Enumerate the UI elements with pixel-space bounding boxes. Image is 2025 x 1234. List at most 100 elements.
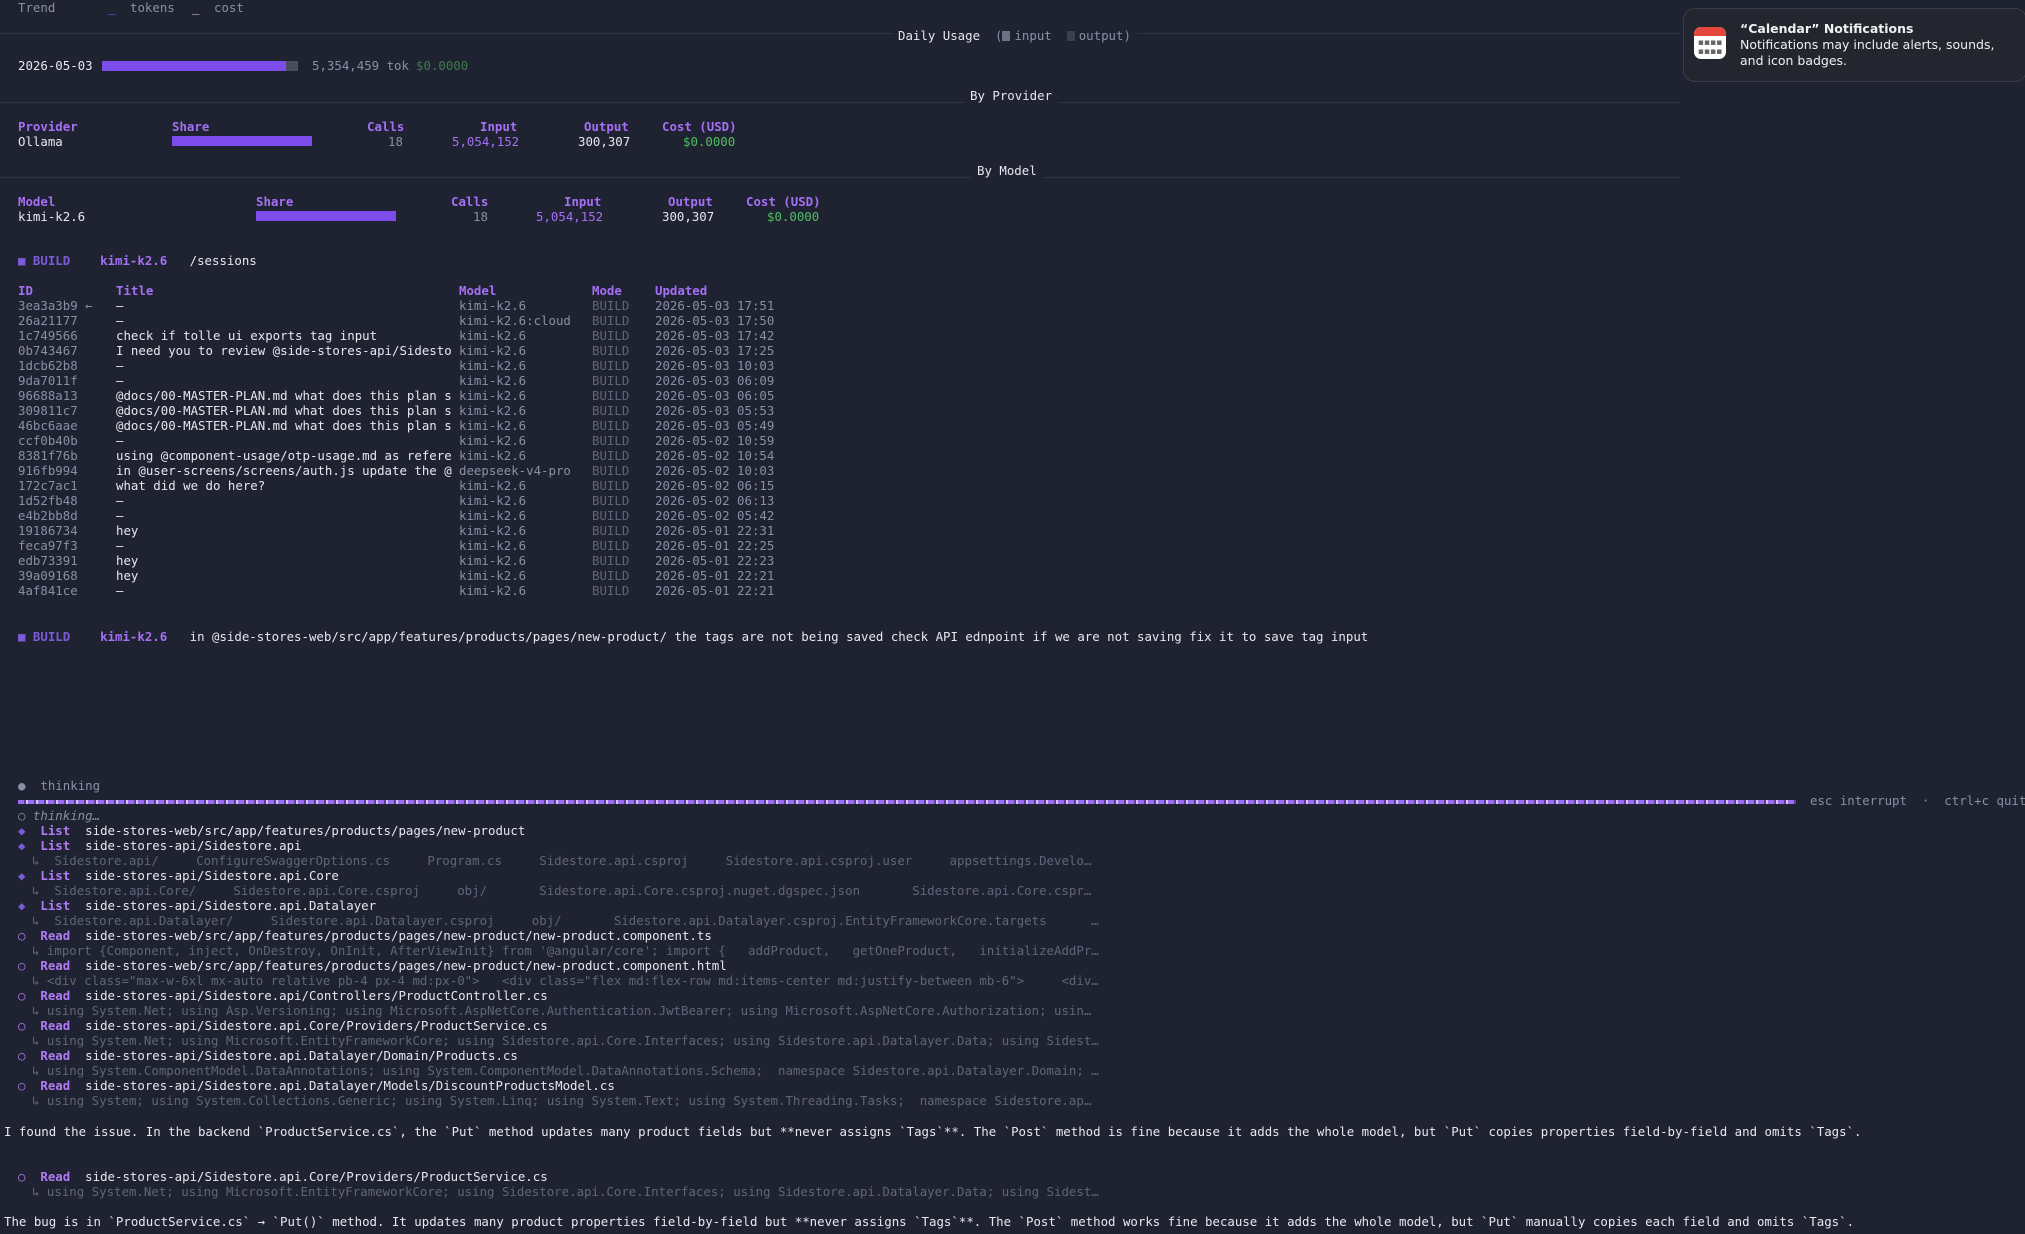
session-mode: BUILD — [592, 328, 630, 343]
notification-message: Notifications may include alerts, sounds… — [1740, 37, 1995, 68]
calendar-notification[interactable]: ▪▪▪▪ ▪▪▪▪ “Calendar” Notifications Notifi… — [1683, 8, 2025, 82]
session-id: e4b2bb8d — [18, 508, 78, 523]
session-id: 19186734 — [18, 523, 78, 538]
ring-icon: ○ — [18, 1048, 26, 1063]
session-id: 4af841ce — [18, 583, 78, 598]
daily-usage-title: Daily Usage (input output) — [892, 28, 1137, 43]
input-col-header: Input — [480, 119, 518, 134]
session-title: @docs/00-MASTER-PLAN.md what does this p… — [116, 403, 452, 418]
session-model: kimi-k2.6 — [459, 448, 527, 463]
sessions-id-header: ID — [18, 283, 33, 298]
session-title: — — [116, 583, 124, 598]
assistant-message-1: I found the issue. In the backend `Produ… — [4, 1124, 1862, 1139]
session-title: hey — [116, 523, 139, 538]
session-model: kimi-k2.6 — [459, 328, 527, 343]
session-id: 1dcb62b8 — [18, 358, 78, 373]
cost-col-header: Cost (USD) — [662, 119, 737, 134]
sessions-title-header: Title — [116, 283, 154, 298]
provider-share-bar — [172, 136, 312, 146]
session-title: I need you to review @side-stores-api/Si… — [116, 343, 452, 358]
log-entry-detail: ↳ using System; using System.Collections… — [32, 1093, 1092, 1108]
ring-icon: ○ — [18, 1078, 26, 1093]
log-entry-read-productservice: ○ Read side-stores-api/Sidestore.api.Cor… — [18, 1169, 548, 1184]
ring-icon: ○ — [18, 808, 33, 823]
model-cost-col-header: Cost (USD) — [746, 194, 821, 209]
session-title: using @component-usage/otp-usage.md as r… — [116, 448, 452, 463]
session-title: hey — [116, 553, 139, 568]
session-updated: 2026-05-02 10:03 — [655, 463, 775, 478]
session-id: 3ea3a3b9 ← — [18, 298, 93, 313]
session-mode: BUILD — [592, 478, 630, 493]
session-mode: BUILD — [592, 448, 630, 463]
session-model: kimi-k2.6 — [459, 493, 527, 508]
log-entry: ○ Read side-stores-web/src/app/features/… — [18, 958, 727, 973]
session-model: kimi-k2.6 — [459, 568, 527, 583]
log-entry: ◆ List side-stores-api/Sidestore.api.Cor… — [18, 868, 339, 883]
session-mode: BUILD — [592, 523, 630, 538]
calendar-icon: ▪▪▪▪ ▪▪▪▪ — [1694, 27, 1726, 59]
provider-name: Ollama — [18, 134, 63, 149]
thinking-status: ● thinking — [18, 778, 101, 793]
prompt-sessions: ■ BUILD kimi-k2.6 /sessions — [18, 253, 257, 268]
daily-input-bar — [102, 61, 286, 71]
provider-col-header: Provider — [18, 119, 78, 134]
thinking-line: ○ thinking… — [18, 808, 101, 823]
session-id: feca97f3 — [18, 538, 78, 553]
session-id: 0b743467 — [18, 343, 78, 358]
session-title: — — [116, 373, 124, 388]
session-id: 26a21177 — [18, 313, 78, 328]
log-entry: ○ Read side-stores-api/Sidestore.api.Cor… — [18, 1018, 548, 1033]
model-output: 300,307 — [662, 209, 715, 224]
log-entry-detail: ↳ import {Component, inject, OnDestroy, … — [32, 943, 1099, 958]
model-share-col-header: Share — [256, 194, 294, 209]
tokens-legend-label: tokens — [130, 0, 175, 15]
session-mode: BUILD — [592, 463, 630, 478]
session-model: kimi-k2.6 — [459, 553, 527, 568]
session-mode: BUILD — [592, 418, 630, 433]
model-calls-col-header: Calls — [451, 194, 489, 209]
sessions-updated-header: Updated — [655, 283, 708, 298]
log-entry-detail: ↳ using System.Net; using Microsoft.Enti… — [32, 1184, 1099, 1199]
session-model: kimi-k2.6:cloud — [459, 313, 571, 328]
session-model: kimi-k2.6 — [459, 298, 527, 313]
ring-icon: ○ — [18, 1169, 26, 1184]
session-mode: BUILD — [592, 568, 630, 583]
session-id: 1d52fb48 — [18, 493, 78, 508]
session-mode: BUILD — [592, 298, 630, 313]
diamond-icon: ◆ — [18, 868, 26, 883]
session-updated: 2026-05-03 06:09 — [655, 373, 775, 388]
trend-label: Trend — [18, 0, 56, 15]
log-entry: ○ Read side-stores-api/Sidestore.api.Dat… — [18, 1078, 615, 1093]
log-entry: ◆ List side-stores-api/Sidestore.api.Dat… — [18, 898, 377, 913]
prompt-task: ■ BUILD kimi-k2.6 in @side-stores-web/sr… — [18, 629, 1369, 644]
session-mode: BUILD — [592, 373, 630, 388]
session-updated: 2026-05-03 10:03 — [655, 358, 775, 373]
session-updated: 2026-05-02 10:54 — [655, 448, 775, 463]
session-title: @docs/00-MASTER-PLAN.md what does this p… — [116, 388, 452, 403]
session-title: — — [116, 508, 124, 523]
session-model: kimi-k2.6 — [459, 523, 527, 538]
log-entry-detail: ↳ Sidestore.api.Datalayer/ Sidestore.api… — [32, 913, 1099, 928]
session-model: kimi-k2.6 — [459, 538, 527, 553]
session-mode: BUILD — [592, 358, 630, 373]
session-id: 9da7011f — [18, 373, 78, 388]
by-provider-title: By Provider — [964, 88, 1059, 103]
session-updated: 2026-05-02 06:15 — [655, 478, 775, 493]
share-col-header: Share — [172, 119, 210, 134]
session-mode: BUILD — [592, 508, 630, 523]
session-updated: 2026-05-03 05:49 — [655, 418, 775, 433]
session-updated: 2026-05-02 06:13 — [655, 493, 775, 508]
log-entry-detail: ↳ <div class="max-w-6xl mx-auto relative… — [32, 973, 1099, 988]
session-title: @docs/00-MASTER-PLAN.md what does this p… — [116, 418, 452, 433]
session-model: kimi-k2.6 — [459, 418, 527, 433]
sessions-mode-header: Mode — [592, 283, 622, 298]
session-id: 46bc6aae — [18, 418, 78, 433]
progress-indicator — [18, 800, 1796, 804]
diamond-icon: ◆ — [18, 838, 26, 853]
session-mode: BUILD — [592, 493, 630, 508]
session-updated: 2026-05-03 17:25 — [655, 343, 775, 358]
session-updated: 2026-05-01 22:21 — [655, 583, 775, 598]
log-entry-detail: ↳ Sidestore.api.Core/ Sidestore.api.Core… — [32, 883, 1092, 898]
session-id: 1c749566 — [18, 328, 78, 343]
daily-date: 2026-05-03 — [18, 58, 93, 73]
